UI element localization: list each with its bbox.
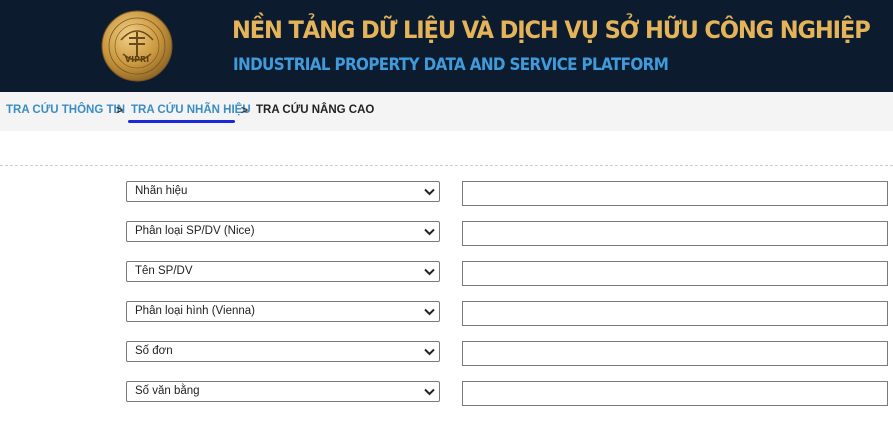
breadcrumb: TRA CỨU THÔNG TIN > TRA CỨU NHÃN HIỆU > … bbox=[0, 92, 893, 131]
search-input-ten-sp-dv[interactable] bbox=[462, 261, 888, 286]
site-header: VIPRI NỀN TẢNG DỮ LIỆU VÀ DỊCH VỤ SỞ HỮU… bbox=[0, 0, 893, 92]
field-select-ten-sp-dv[interactable]: Tên SP/DV bbox=[126, 261, 440, 282]
search-input-phan-loai-nice[interactable] bbox=[462, 221, 888, 246]
svg-text:VIPRI: VIPRI bbox=[125, 55, 149, 64]
platform-title-en: INDUSTRIAL PROPERTY DATA AND SERVICE PLA… bbox=[233, 55, 669, 74]
field-select-nhan-hieu[interactable]: Nhãn hiệu bbox=[126, 181, 440, 202]
chevron-down-icon bbox=[424, 388, 435, 396]
breadcrumb-separator: > bbox=[241, 103, 249, 117]
breadcrumb-item-tra-cuu-thong-tin[interactable]: TRA CỨU THÔNG TIN bbox=[6, 104, 125, 116]
select-value: Phân loại SP/DV (Nice) bbox=[135, 225, 255, 237]
select-value: Số đơn bbox=[135, 345, 173, 357]
field-select-phan-loai-nice[interactable]: Phân loại SP/DV (Nice) bbox=[126, 221, 440, 242]
search-input-so-van-bang[interactable] bbox=[462, 381, 888, 406]
select-value: Tên SP/DV bbox=[135, 265, 193, 277]
select-value: Số văn bằng bbox=[135, 385, 200, 397]
chevron-down-icon bbox=[424, 188, 435, 196]
select-value: Phân loại hình (Vienna) bbox=[135, 305, 255, 317]
chevron-down-icon bbox=[424, 348, 435, 356]
select-value: Nhãn hiệu bbox=[135, 185, 188, 197]
field-select-phan-loai-vienna[interactable]: Phân loại hình (Vienna) bbox=[126, 301, 440, 322]
active-breadcrumb-underline bbox=[128, 120, 235, 123]
section-divider bbox=[0, 165, 893, 166]
field-select-so-van-bang[interactable]: Số văn bằng bbox=[126, 381, 440, 402]
search-input-so-don[interactable] bbox=[462, 341, 888, 366]
chevron-down-icon bbox=[424, 268, 435, 276]
chevron-down-icon bbox=[424, 228, 435, 236]
breadcrumb-separator: > bbox=[116, 103, 124, 117]
vipri-logo-icon[interactable]: VIPRI bbox=[101, 10, 173, 82]
field-select-so-don[interactable]: Số đơn bbox=[126, 341, 440, 362]
breadcrumb-item-tra-cuu-nhan-hieu[interactable]: TRA CỨU NHÃN HIỆU bbox=[131, 104, 251, 116]
search-input-phan-loai-vienna[interactable] bbox=[462, 301, 888, 326]
search-input-nhan-hieu[interactable] bbox=[462, 181, 888, 206]
breadcrumb-item-tra-cuu-nang-cao: TRA CỨU NÂNG CAO bbox=[256, 104, 375, 116]
chevron-down-icon bbox=[424, 308, 435, 316]
platform-title-vi: NỀN TẢNG DỮ LIỆU VÀ DỊCH VỤ SỞ HỮU CÔNG … bbox=[232, 16, 871, 44]
